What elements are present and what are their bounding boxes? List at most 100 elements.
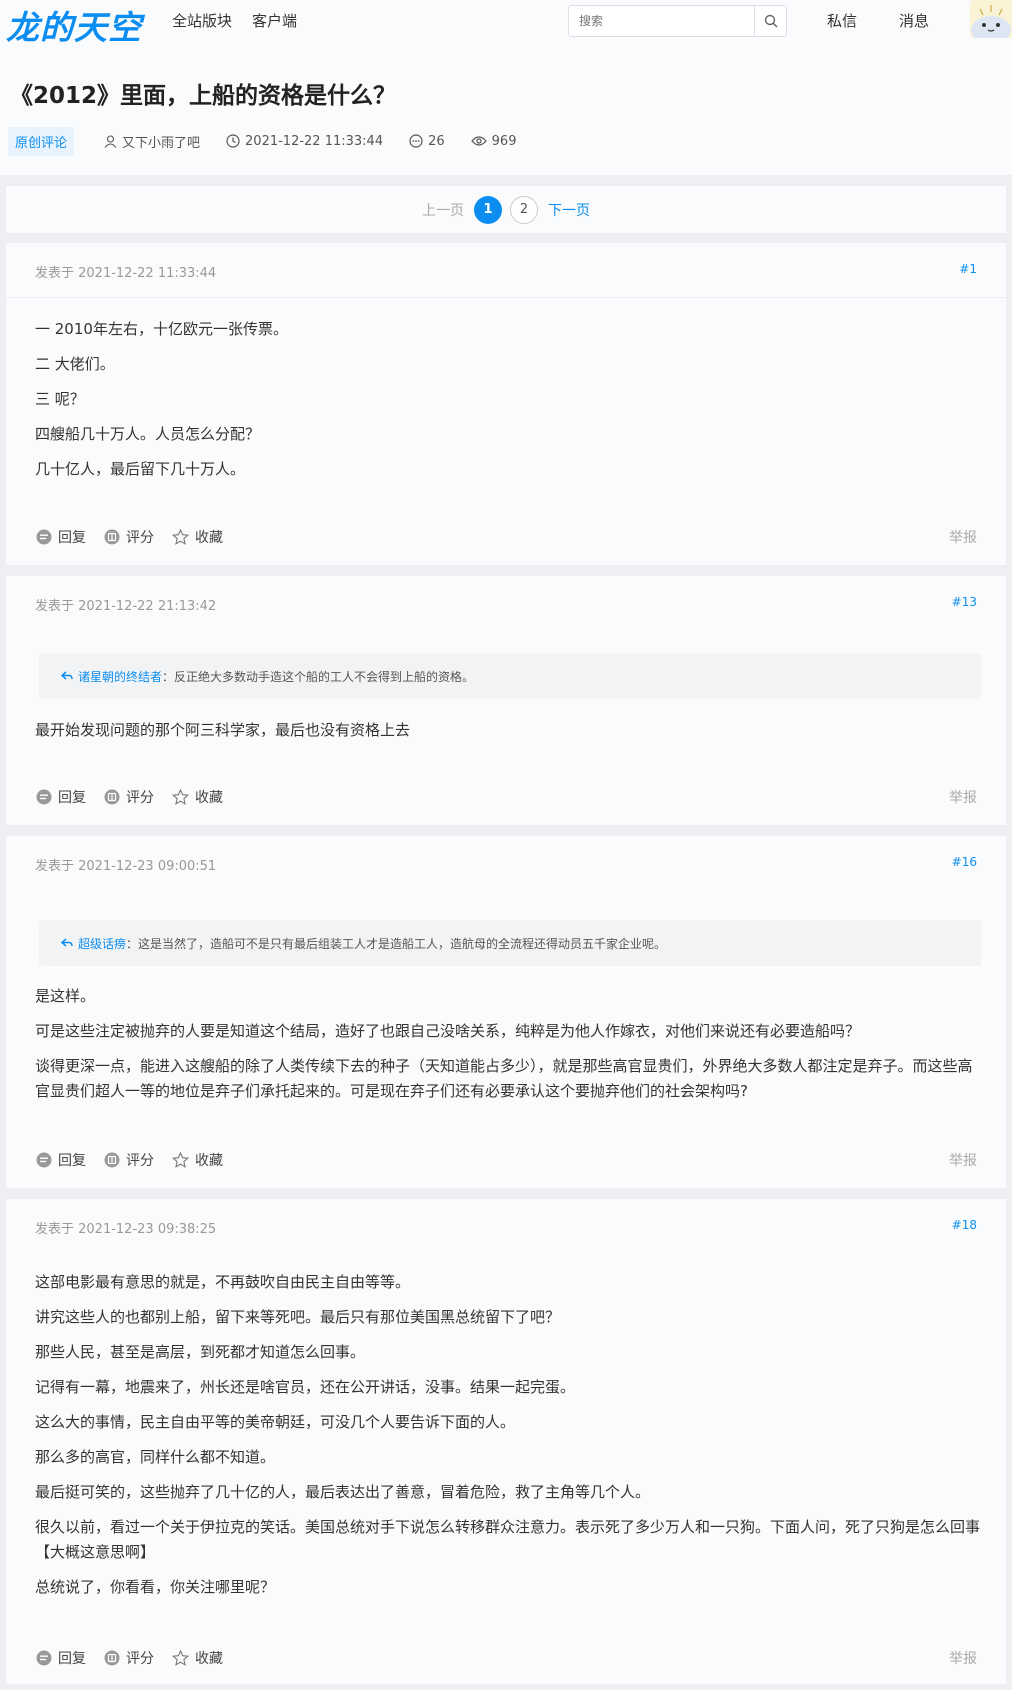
rate-icon: [104, 1650, 120, 1666]
favorite-label: 收藏: [195, 1651, 223, 1667]
nav-client[interactable]: 客户端: [252, 10, 297, 31]
favorite-button[interactable]: 收藏: [172, 527, 223, 547]
star-icon: [172, 529, 189, 545]
favorite-button[interactable]: 收藏: [172, 787, 223, 807]
post-paragraph: 那么多的高官，同样什么都不知道。: [35, 1448, 276, 1466]
reply-button[interactable]: 回复: [36, 787, 86, 807]
post-paragraph: 那些人民，甚至是高层，到死都才知道怎么回事。: [35, 1343, 366, 1361]
main-nav: 全站版块 客户端: [172, 10, 297, 31]
report-link[interactable]: 举报: [949, 1648, 977, 1668]
favorite-label: 收藏: [195, 1153, 223, 1169]
thread-author[interactable]: 又下小雨了吧: [104, 132, 200, 151]
reply-button[interactable]: 回复: [36, 527, 86, 547]
post-floor-link[interactable]: #13: [952, 595, 977, 609]
thread-comments: 26: [409, 134, 445, 149]
search-input[interactable]: [569, 6, 754, 36]
post-time: 发表于 2021-12-22 11:33:44: [35, 266, 217, 281]
post-paragraph: 这么大的事情，民主自由平等的美帝朝廷，可没几个人要告诉下面的人。: [35, 1413, 516, 1431]
report-link[interactable]: 举报: [949, 1150, 977, 1170]
post-content: 是这样。 可是这些注定被抛弃的人要是知道这个结局，造好了也跟自己没啥关系，纯粹是…: [35, 984, 980, 1114]
rate-label: 评分: [126, 530, 154, 546]
post-paragraph: 这部电影最有意思的就是，不再鼓吹自由民主自由等等。: [35, 1273, 411, 1291]
rate-icon: [104, 1152, 120, 1168]
post-content: 最开始发现问题的那个阿三科学家，最后也没有资格上去: [35, 718, 980, 753]
post-time: 发表于 2021-12-23 09:00:51: [35, 859, 217, 874]
post-actions: 回复 评分 收藏: [36, 787, 223, 807]
post-paragraph: 很久以前，看过一个关于伊拉克的笑话。美国总统对手下说怎么转移群众注意力。表示死了…: [35, 1518, 981, 1561]
comment-count: 26: [428, 133, 445, 149]
rate-button[interactable]: 评分: [104, 787, 154, 807]
favorite-label: 收藏: [195, 790, 223, 806]
reply-icon: [36, 789, 52, 805]
reply-icon: [36, 529, 52, 545]
favorite-button[interactable]: 收藏: [172, 1150, 223, 1170]
reply-button[interactable]: 回复: [36, 1150, 86, 1170]
rate-label: 评分: [126, 1153, 154, 1169]
post-actions: 回复 评分 收藏: [36, 527, 223, 547]
report-link[interactable]: 举报: [949, 527, 977, 547]
quoted-text: ：这是当然了，造船可不是只有最后组装工人才是造船工人，造航母的全流程还得动员五千…: [126, 936, 667, 951]
post-paragraph: 二 大佬们。: [35, 355, 115, 373]
rate-icon: [104, 529, 120, 545]
post-paragraph: 最开始发现问题的那个阿三科学家，最后也没有资格上去: [35, 721, 411, 739]
next-page-button[interactable]: 下一页: [548, 200, 590, 220]
comment-icon: [409, 134, 423, 148]
user-icon: [104, 134, 117, 148]
quoted-user[interactable]: 诸星朝的终结者: [78, 668, 162, 685]
reply-label: 回复: [58, 1153, 86, 1169]
post-floor-16: 发表于 2021-12-23 09:00:51 #16 超级话痨 ：这是当然了，造…: [6, 836, 1006, 1188]
search-button[interactable]: [754, 6, 786, 36]
quoted-user[interactable]: 超级话痨: [78, 935, 126, 952]
post-time: 发表于 2021-12-22 21:13:42: [35, 599, 217, 614]
post-paragraph: 三 呢？: [35, 390, 85, 408]
category-tag[interactable]: 原创评论: [8, 126, 75, 156]
rate-button[interactable]: 评分: [104, 527, 154, 547]
private-messages-link[interactable]: 私信: [827, 10, 857, 31]
prev-page-button[interactable]: 上一页: [422, 200, 464, 220]
page-1-button[interactable]: 1: [474, 195, 502, 224]
post-floor-13: 发表于 2021-12-22 21:13:42 #13 诸星朝的终结者 ：反正绝大…: [6, 576, 1006, 825]
notifications-link[interactable]: 消息: [899, 10, 929, 31]
reply-label: 回复: [58, 530, 86, 546]
post-paragraph: 一 2010年左右，十亿欧元一张传票。: [35, 320, 288, 338]
favorite-button[interactable]: 收藏: [172, 1648, 223, 1668]
post-paragraph: 讲究这些人的也都别上船，留下来等死吧。最后只有那位美国黑总统留下了吧？: [35, 1308, 561, 1326]
rate-button[interactable]: 评分: [104, 1150, 154, 1170]
thread-views: 969: [470, 133, 517, 149]
post-actions: 回复 评分 收藏: [36, 1150, 223, 1170]
quote-block: 诸星朝的终结者 ：反正绝大多数动手造这个船的工人不会得到上船的资格。: [39, 653, 981, 699]
post-paragraph: 总统说了，你看看，你关注哪里呢？: [35, 1578, 276, 1596]
star-icon: [172, 789, 189, 805]
rate-label: 评分: [126, 1651, 154, 1667]
post-paragraph: 最后挺可笑的，这些抛弃了几十亿的人，最后表达出了善意，冒着危险，救了主角等几个人…: [35, 1483, 651, 1501]
post-paragraph: 四艘船几十万人。人员怎么分配？: [35, 425, 261, 443]
reply-arrow-icon: [61, 938, 73, 947]
view-count: 969: [491, 133, 517, 149]
report-link[interactable]: 举报: [949, 787, 977, 807]
reply-arrow-icon: [61, 671, 73, 680]
quote-block: 超级话痨 ：这是当然了，造船可不是只有最后组装工人才是造船工人，造航母的全流程还得…: [39, 920, 981, 966]
reply-button[interactable]: 回复: [36, 1648, 86, 1668]
rate-button[interactable]: 评分: [104, 1648, 154, 1668]
post-paragraph: 谈得更深一点，能进入这艘船的除了人类传续下去的种子（天知道能占多少），就是那些高…: [35, 1057, 973, 1100]
post-floor-link[interactable]: #16: [952, 855, 977, 869]
post-paragraph: 几十亿人，最后留下几十万人。: [35, 460, 246, 478]
site-logo[interactable]: 龙的天空: [6, 1, 142, 49]
user-avatar[interactable]: [970, 0, 1012, 38]
post-content: 一 2010年左右，十亿欧元一张传票。 二 大佬们。 三 呢？ 四艘船几十万人。…: [35, 317, 980, 492]
post-paragraph: 是这样。: [35, 987, 96, 1005]
nav-all-boards[interactable]: 全站版块: [172, 10, 232, 31]
post-paragraph: 可是这些注定被抛弃的人要是知道这个结局，造好了也跟自己没啥关系，纯粹是为他人作嫁…: [35, 1022, 861, 1040]
thread-datetime: 2021-12-22 11:33:44: [226, 134, 383, 149]
star-icon: [172, 1152, 189, 1168]
post-actions: 回复 评分 收藏: [36, 1648, 223, 1668]
star-icon: [172, 1650, 189, 1666]
post-floor-link[interactable]: #18: [952, 1218, 977, 1232]
rate-label: 评分: [126, 790, 154, 806]
post-floor-link[interactable]: #1: [959, 262, 977, 276]
page-2-button[interactable]: 2: [510, 195, 538, 224]
favorite-label: 收藏: [195, 530, 223, 546]
rate-icon: [104, 789, 120, 805]
search-box: [568, 5, 787, 37]
clock-icon: [226, 134, 240, 148]
